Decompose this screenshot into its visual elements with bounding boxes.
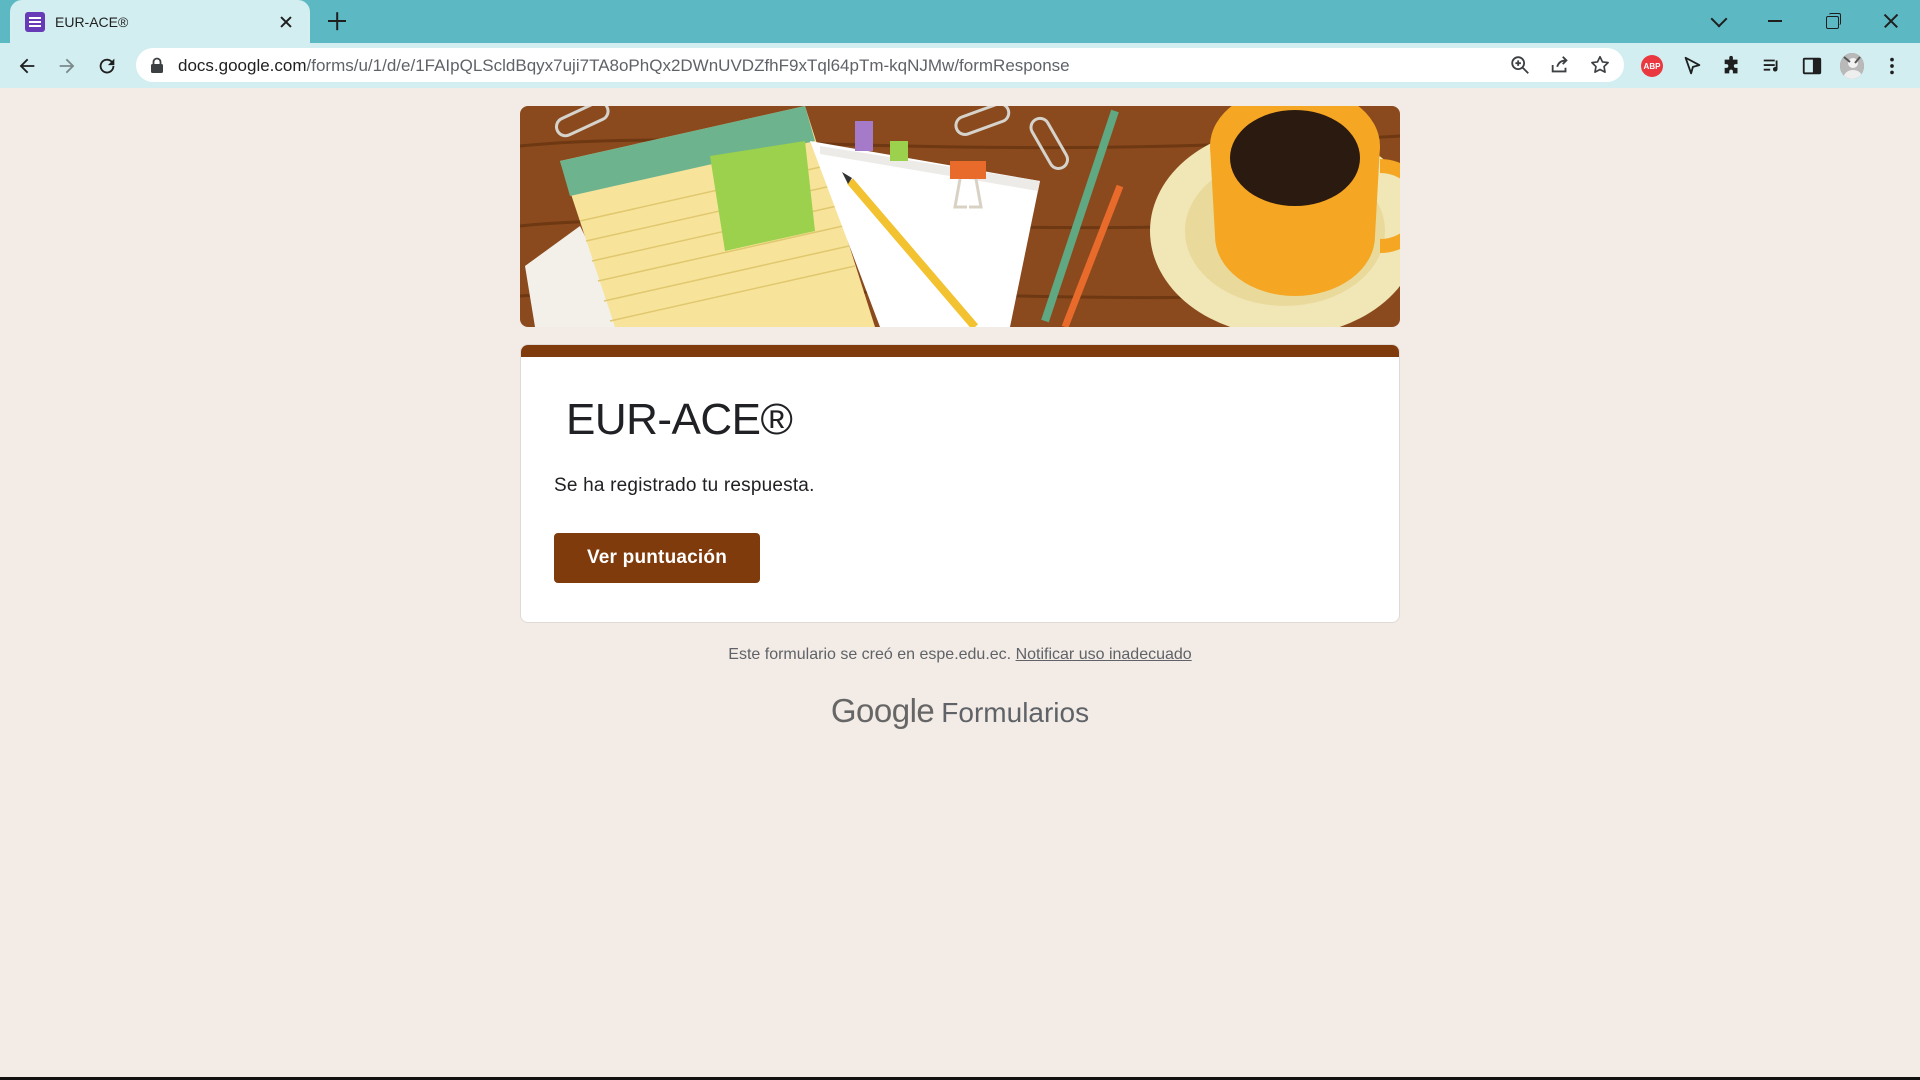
- form-footer: Este formulario se creó en espe.edu.ec. …: [520, 646, 1400, 664]
- bookmark-star-icon[interactable]: [1589, 54, 1611, 76]
- share-icon[interactable]: [1549, 54, 1571, 76]
- media-playlist-icon[interactable]: [1760, 54, 1784, 78]
- close-window-icon[interactable]: [1878, 8, 1904, 34]
- send-cursor-icon[interactable]: [1680, 54, 1704, 78]
- google-forms-logo[interactable]: Google Formularios: [520, 692, 1400, 730]
- url-text[interactable]: docs.google.com/forms/u/1/d/e/1FAIpQLScl…: [178, 56, 1070, 76]
- browser-tab[interactable]: EUR-ACE®: [10, 0, 310, 43]
- google-forms-icon: [25, 11, 45, 32]
- browser-title-bar: EUR-ACE®: [0, 0, 1920, 43]
- brand-google: Google: [830, 692, 935, 729]
- view-score-button[interactable]: Ver puntuación: [554, 533, 760, 583]
- menu-kebab-icon[interactable]: [1880, 54, 1904, 78]
- forward-icon[interactable]: [53, 52, 81, 80]
- new-tab-icon[interactable]: [326, 10, 348, 32]
- card-accent-bar: [521, 345, 1399, 357]
- form-header-image: [520, 106, 1400, 327]
- address-bar[interactable]: docs.google.com/forms/u/1/d/e/1FAIpQLScl…: [136, 48, 1624, 82]
- created-in-text: Este formulario se creó en espe.edu.ec.: [728, 646, 1012, 663]
- side-panel-icon[interactable]: [1800, 54, 1824, 78]
- close-tab-icon[interactable]: [276, 12, 296, 32]
- profile-avatar[interactable]: [1840, 53, 1864, 79]
- form-title: EUR-ACE®: [566, 395, 793, 444]
- tab-search-icon[interactable]: [1706, 8, 1732, 34]
- extensions-puzzle-icon[interactable]: [1720, 54, 1744, 78]
- confirmation-message: Se ha registrado tu respuesta.: [554, 475, 815, 496]
- zoom-icon[interactable]: [1509, 54, 1531, 76]
- minimize-icon[interactable]: [1762, 8, 1788, 34]
- back-icon[interactable]: [13, 52, 41, 80]
- lock-icon[interactable]: [150, 57, 164, 73]
- report-abuse-link[interactable]: Notificar uso inadecuado: [1016, 646, 1192, 663]
- browser-toolbar: docs.google.com/forms/u/1/d/e/1FAIpQLScl…: [0, 43, 1920, 88]
- reload-icon[interactable]: [93, 52, 121, 80]
- tab-title: EUR-ACE®: [55, 13, 129, 30]
- restore-icon[interactable]: [1820, 8, 1846, 34]
- adblock-icon[interactable]: ABP: [1640, 54, 1664, 78]
- brand-product: Formularios: [941, 697, 1090, 728]
- confirmation-card: EUR-ACE® Se ha registrado tu respuesta. …: [520, 344, 1400, 623]
